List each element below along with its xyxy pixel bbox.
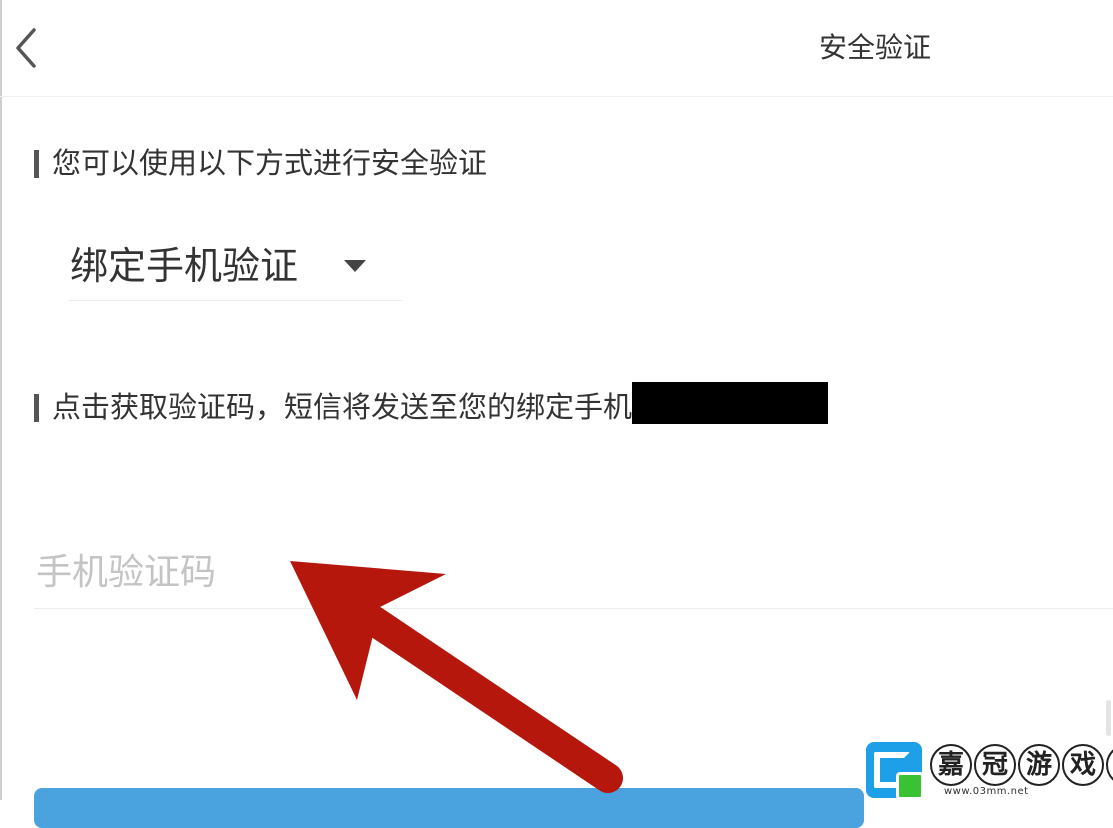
watermark-char: 游	[1018, 744, 1060, 786]
verify-methods-text: 您可以使用以下方式进行安全验证	[52, 146, 488, 180]
section-marker	[34, 150, 39, 178]
redacted-phone-number	[632, 382, 829, 424]
chevron-left-icon	[16, 28, 36, 68]
submit-button[interactable]	[34, 788, 864, 828]
watermark-logo	[866, 742, 924, 800]
back-button[interactable]	[8, 24, 48, 72]
watermark-url: www.03mm.net	[944, 786, 1029, 797]
sms-notice-text: 点击获取验证码，短信将发送至您的绑定手机	[52, 390, 633, 424]
page-title: 安全验证	[818, 31, 931, 64]
verify-method-select[interactable]: 绑定手机验证	[68, 236, 402, 301]
sms-code-input[interactable]	[34, 536, 1113, 609]
watermark-char: 戏	[1062, 744, 1104, 786]
watermark-text: 嘉 冠 游 戏 网	[930, 744, 1113, 786]
watermark-char: 冠	[974, 744, 1016, 786]
header-bar: 安全验证	[0, 0, 1113, 97]
window-edge	[0, 0, 2, 800]
site-watermark: 嘉 冠 游 戏 网 www.03mm.net	[864, 740, 1113, 800]
verify-methods-label: 您可以使用以下方式进行安全验证	[34, 143, 487, 183]
scrollbar[interactable]	[1106, 700, 1111, 736]
caret-down-icon	[344, 260, 366, 272]
section-marker	[34, 394, 39, 422]
watermark-char: 嘉	[930, 744, 972, 786]
verify-method-value: 绑定手机验证	[70, 244, 299, 288]
sms-notice: 点击获取验证码，短信将发送至您的绑定手机	[34, 382, 829, 430]
watermark-char: 网	[1106, 744, 1113, 786]
